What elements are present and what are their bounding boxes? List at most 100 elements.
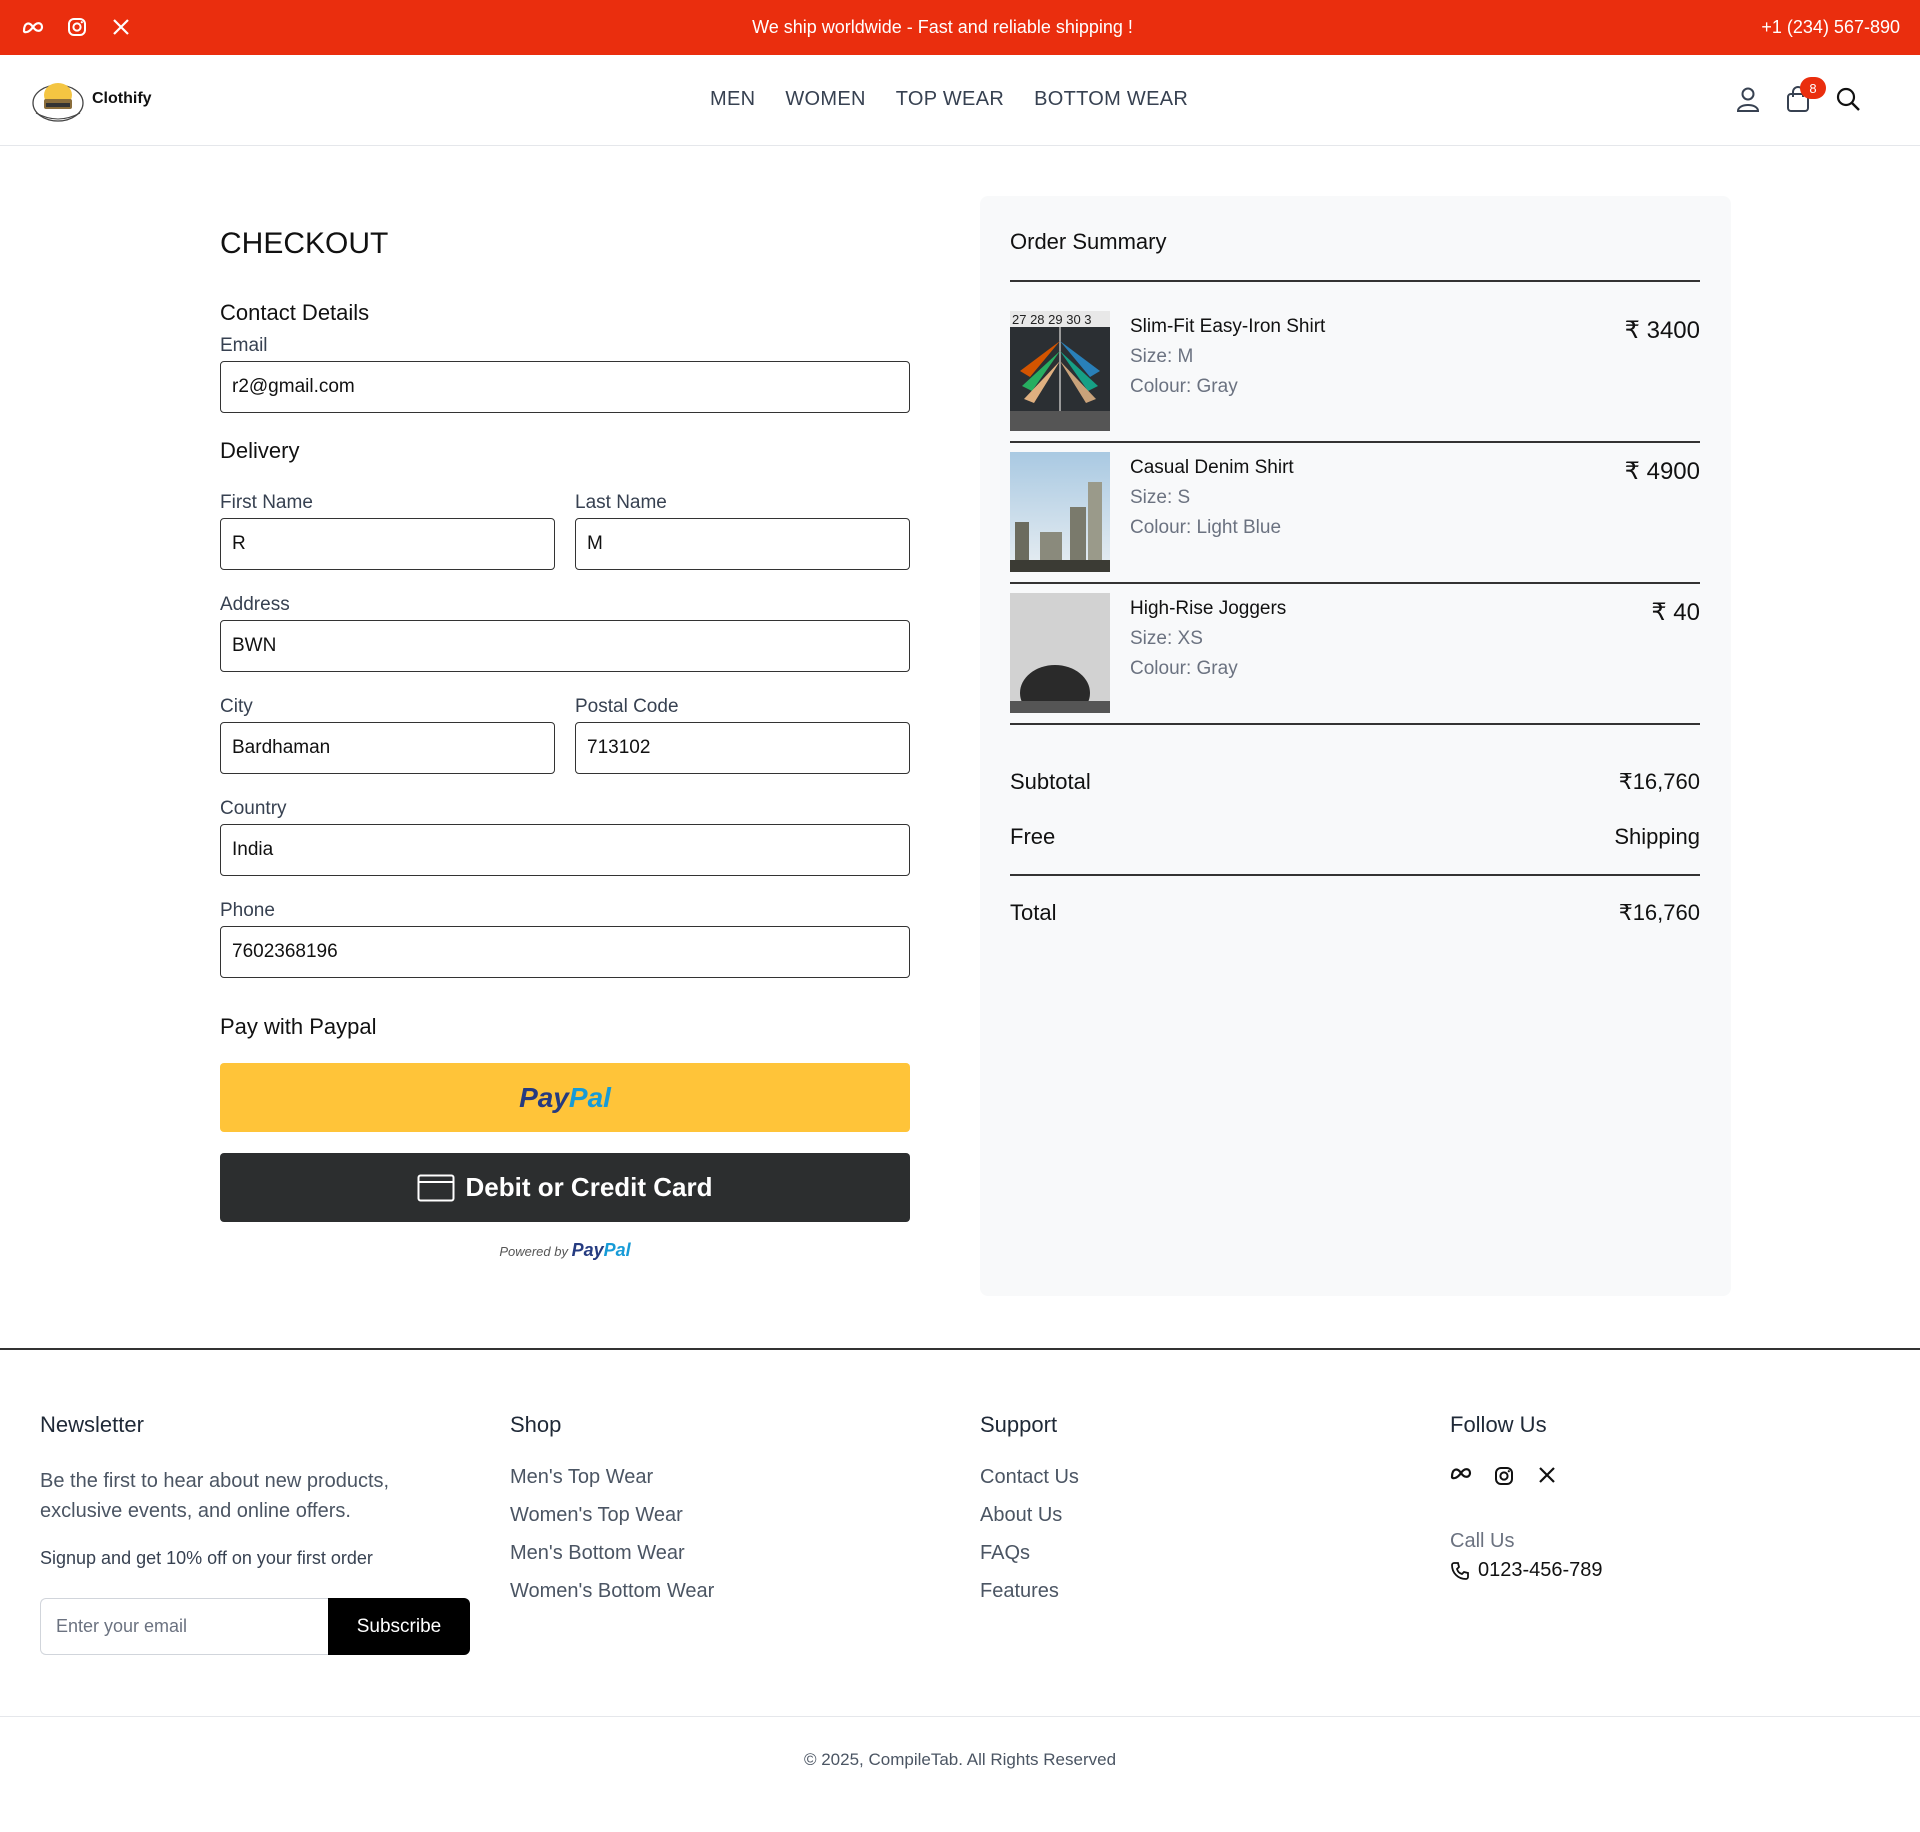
order-item: 27 28 29 30 3 Slim-Fit Easy-Iron Shirt S…: [1010, 311, 1700, 431]
divider: [1010, 441, 1700, 443]
shipping-message: We ship worldwide - Fast and reliable sh…: [752, 17, 1133, 37]
paypal-button[interactable]: Pay Pal: [220, 1063, 910, 1132]
subscribe-button[interactable]: Subscribe: [328, 1598, 470, 1655]
meta-icon[interactable]: [1450, 1466, 1472, 1488]
nav-bottom-wear[interactable]: BOTTOM WEAR: [1034, 88, 1188, 111]
powered-by-paypal: Powered by PayPal: [220, 1240, 910, 1261]
footer-link-womens-bottom-wear[interactable]: Women's Bottom Wear: [510, 1580, 714, 1603]
main-nav: MEN WOMEN TOP WEAR BOTTOM WEAR: [710, 88, 1188, 111]
phone-icon: [1451, 1561, 1469, 1580]
item-price: ₹ 3400: [1624, 317, 1700, 344]
follow-section: Follow Us Call Us 0123-456-789: [1450, 1412, 1603, 1582]
follow-title: Follow Us: [1450, 1412, 1547, 1437]
cart-button[interactable]: 8: [1784, 77, 1826, 113]
subtotal-value: ₹16,760: [1618, 769, 1700, 794]
instagram-icon[interactable]: [1494, 1466, 1516, 1488]
powered-paypal-pal: Pal: [603, 1240, 631, 1260]
site-header: Clothify MEN WOMEN TOP WEAR BOTTOM WEAR …: [0, 55, 1920, 146]
order-summary: Order Summary 27 28 29 30 3 Slim-Fit Eas…: [980, 196, 1731, 1296]
user-icon[interactable]: [1734, 85, 1762, 113]
email-label: Email: [220, 335, 268, 356]
phone-field[interactable]: 7602368196: [220, 926, 910, 978]
newsletter-section: Newsletter Be the first to hear about ne…: [40, 1412, 460, 1569]
pay-section-title: Pay with Paypal: [220, 1014, 377, 1039]
contact-section-title: Contact Details: [220, 300, 370, 325]
nav-women[interactable]: WOMEN: [785, 88, 865, 111]
postal-code-field[interactable]: 713102: [575, 722, 910, 774]
announcement-bar: We ship worldwide - Fast and reliable sh…: [0, 0, 1920, 55]
shop-links: Shop Men's Top Wear Women's Top Wear Men…: [510, 1412, 714, 1618]
order-item: High-Rise Joggers Size: XS Colour: Gray …: [1010, 593, 1700, 713]
footer-link-features[interactable]: Features: [980, 1580, 1079, 1603]
newsletter-text: Be the first to hear about new products,…: [40, 1470, 390, 1522]
footer-socials: [1450, 1466, 1603, 1488]
footer-link-faqs[interactable]: FAQs: [980, 1542, 1079, 1565]
product-thumbnail: [1010, 452, 1110, 572]
brand-logo[interactable]: Clothify: [30, 73, 152, 125]
item-name: High-Rise Joggers: [1130, 598, 1287, 619]
cart-count-badge: 8: [1800, 77, 1826, 99]
email-field[interactable]: r2@gmail.com: [220, 361, 910, 413]
shipping-value: Shipping: [1614, 824, 1700, 849]
footer-divider: [0, 1348, 1920, 1350]
item-price: ₹ 40: [1651, 599, 1700, 626]
x-icon[interactable]: [1538, 1466, 1560, 1488]
brand-name: Clothify: [92, 90, 152, 107]
footer-link-contact-us[interactable]: Contact Us: [980, 1466, 1079, 1489]
nav-top-wear[interactable]: TOP WEAR: [896, 88, 1004, 111]
call-us-label: Call Us: [1450, 1530, 1515, 1552]
delivery-section-title: Delivery: [220, 438, 300, 463]
item-colour: Colour: Gray: [1130, 376, 1238, 397]
newsletter-form: Enter your email Subscribe: [40, 1598, 470, 1655]
support-links: Support Contact Us About Us FAQs Feature…: [980, 1412, 1079, 1618]
order-summary-title: Order Summary: [1010, 229, 1167, 254]
footer-link-mens-top-wear[interactable]: Men's Top Wear: [510, 1466, 714, 1489]
product-thumbnail: [1010, 593, 1110, 713]
footer-link-womens-top-wear[interactable]: Women's Top Wear: [510, 1504, 714, 1527]
item-name: Slim-Fit Easy-Iron Shirt: [1130, 316, 1326, 337]
credit-card-icon: [417, 1174, 455, 1201]
shop-title: Shop: [510, 1412, 562, 1437]
city-label: City: [220, 696, 253, 717]
copyright-text: © 2025, CompileTab. All Rights Reserved: [803, 1750, 1117, 1769]
nav-men[interactable]: MEN: [710, 88, 755, 111]
logo-icon: [32, 83, 84, 122]
search-icon[interactable]: [1834, 85, 1862, 113]
shipping-label: Free: [1010, 824, 1056, 849]
phone-label: Phone: [220, 900, 275, 921]
item-colour: Colour: Light Blue: [1130, 517, 1282, 538]
support-title: Support: [980, 1412, 1058, 1437]
country-field[interactable]: India: [220, 824, 910, 876]
country-label: Country: [220, 798, 287, 819]
subtotal-row: Subtotal ₹16,760: [1010, 769, 1700, 795]
shipping-row: Free Shipping: [1010, 824, 1700, 850]
item-name: Casual Denim Shirt: [1130, 457, 1294, 478]
order-item: Casual Denim Shirt Size: S Colour: Light…: [1010, 452, 1700, 572]
paypal-logo-pal: Pal: [568, 1081, 611, 1113]
address-label: Address: [220, 594, 290, 615]
product-thumbnail: 27 28 29 30 3: [1010, 311, 1110, 431]
postal-code-label: Postal Code: [575, 696, 679, 717]
item-size: Size: S: [1130, 487, 1191, 508]
footer-link-about-us[interactable]: About Us: [980, 1504, 1079, 1527]
first-name-field[interactable]: R: [220, 518, 555, 570]
card-payment-button[interactable]: Debit or Credit Card: [220, 1153, 910, 1222]
city-field[interactable]: Bardhaman: [220, 722, 555, 774]
newsletter-offer: Signup and get 10% off on your first ord…: [40, 1548, 373, 1568]
newsletter-email-input[interactable]: Enter your email: [40, 1598, 328, 1655]
first-name-label: First Name: [220, 492, 313, 513]
address-field[interactable]: BWN: [220, 620, 910, 672]
footer-link-mens-bottom-wear[interactable]: Men's Bottom Wear: [510, 1542, 714, 1565]
topbar-phone[interactable]: +1 (234) 567-890: [1761, 17, 1900, 38]
last-name-field[interactable]: M: [575, 518, 910, 570]
header-actions: 8: [1734, 77, 1862, 113]
last-name-label: Last Name: [575, 492, 667, 513]
newsletter-title: Newsletter: [40, 1412, 144, 1437]
paypal-logo-pay: Pay: [519, 1081, 569, 1113]
item-price: ₹ 4900: [1624, 458, 1700, 485]
copyright-divider: [0, 1716, 1920, 1717]
item-colour: Colour: Gray: [1130, 658, 1238, 679]
divider: [1010, 280, 1700, 282]
call-us-number[interactable]: 0123-456-789: [1450, 1559, 1603, 1582]
divider: [1010, 723, 1700, 725]
